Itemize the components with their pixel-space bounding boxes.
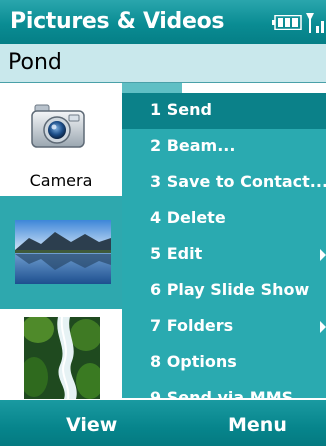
menu-item-label: 5 Edit xyxy=(150,244,203,263)
waterfall-thumbnail[interactable] xyxy=(0,309,122,400)
signal-icon xyxy=(306,13,324,33)
menu-item-play-slide-show[interactable]: 6 Play Slide Show xyxy=(122,273,326,309)
menu-item-save-to-contact[interactable]: 3 Save to Contact... xyxy=(122,165,326,201)
submenu-arrow-icon xyxy=(320,321,326,333)
menu-item-label: 3 Save to Contact... xyxy=(150,172,326,191)
app-title: Pictures & Videos xyxy=(10,9,225,34)
status-icons xyxy=(264,10,326,34)
menu-item-beam[interactable]: 2 Beam... xyxy=(122,129,326,165)
menu-item-label: 8 Options xyxy=(150,352,237,371)
thumbnail-partial xyxy=(122,83,182,93)
folder-selector[interactable]: Pond xyxy=(0,44,326,83)
menu-item-label: 6 Play Slide Show xyxy=(150,280,310,299)
menu-item-folders[interactable]: 7 Folders xyxy=(122,309,326,345)
camera-label: Camera xyxy=(29,171,93,190)
pond-photo xyxy=(15,220,111,284)
menu-item-edit[interactable]: 5 Edit xyxy=(122,237,326,273)
title-bar: Pictures & Videos xyxy=(0,0,326,44)
menu-item-delete[interactable]: 4 Delete xyxy=(122,201,326,237)
menu-item-label: 4 Delete xyxy=(150,208,226,227)
folder-name: Pond xyxy=(8,50,62,75)
camera-icon xyxy=(31,104,85,148)
menu-item-label: 1 Send xyxy=(150,100,212,119)
popup-menu: 1 Send 2 Beam... 3 Save to Contact... 4 … xyxy=(122,93,326,407)
thumbnail-column: Camera xyxy=(0,83,122,400)
softkey-bar: View Menu xyxy=(0,400,326,446)
menu-item-send[interactable]: 1 Send xyxy=(122,93,326,129)
pond-thumbnail[interactable] xyxy=(0,196,122,309)
thumbnail-grid: Camera 1 Send 2 Beam... 3 Save to Contac… xyxy=(0,83,326,407)
view-softkey[interactable]: View xyxy=(66,414,117,436)
menu-softkey[interactable]: Menu xyxy=(228,414,287,436)
submenu-arrow-icon xyxy=(320,249,326,261)
waterfall-photo xyxy=(24,317,100,399)
battery-icon xyxy=(272,15,302,30)
camera-thumbnail[interactable]: Camera xyxy=(0,83,122,196)
menu-item-options[interactable]: 8 Options xyxy=(122,345,326,381)
menu-item-label: 7 Folders xyxy=(150,316,234,335)
menu-item-label: 2 Beam... xyxy=(150,136,236,155)
